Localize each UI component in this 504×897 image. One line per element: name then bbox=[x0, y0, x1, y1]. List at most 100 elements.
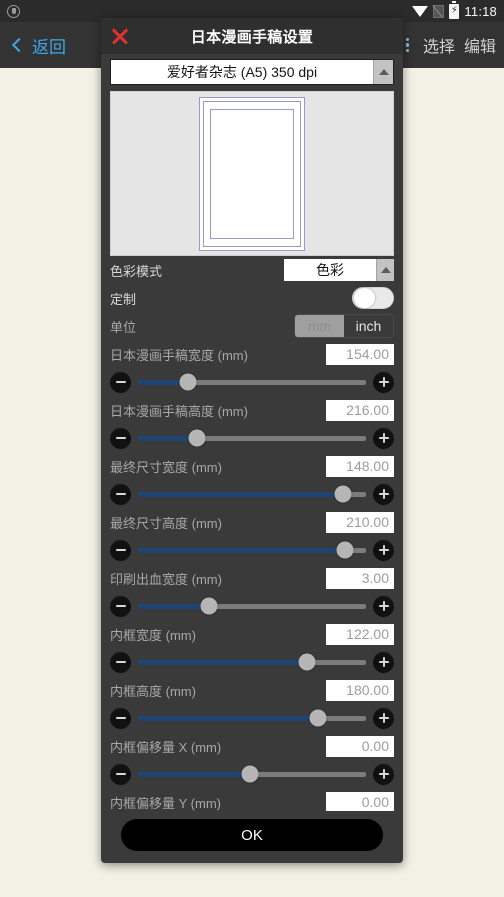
minus-icon[interactable] bbox=[110, 371, 131, 393]
plus-icon[interactable] bbox=[373, 651, 394, 673]
slider-label-row: 内框偏移量 Y (mm) 0.00 bbox=[110, 788, 394, 811]
slider-track[interactable] bbox=[138, 429, 366, 447]
custom-label: 定制 bbox=[110, 291, 137, 307]
slider-control-row bbox=[110, 536, 394, 564]
signal-off-icon bbox=[433, 4, 445, 18]
dialog-header: 日本漫画手稿设置 bbox=[101, 18, 403, 54]
slider-label-row: 印刷出血宽度 (mm) 3.00 bbox=[110, 564, 394, 592]
slider-label: 最终尺寸高度 (mm) bbox=[110, 515, 222, 531]
color-mode-dropdown[interactable]: 色彩 bbox=[284, 259, 394, 281]
slider-track[interactable] bbox=[138, 541, 366, 559]
slider-group: 内框高度 (mm) 180.00 bbox=[110, 676, 394, 732]
slider-thumb[interactable] bbox=[179, 373, 197, 391]
status-bar-left bbox=[7, 4, 412, 18]
wifi-icon bbox=[412, 5, 429, 17]
minus-icon[interactable] bbox=[110, 539, 131, 561]
slider-track[interactable] bbox=[138, 765, 366, 783]
slider-label: 内框偏移量 Y (mm) bbox=[110, 795, 221, 811]
slider-thumb[interactable] bbox=[336, 541, 354, 559]
ok-button[interactable]: OK bbox=[121, 819, 383, 851]
edit-button[interactable]: 编辑 bbox=[464, 33, 496, 57]
preview-bleed-frame bbox=[199, 96, 305, 251]
slider-control-row bbox=[110, 648, 394, 676]
close-icon[interactable] bbox=[109, 25, 131, 47]
dialog-body: 爱好者杂志 (A5) 350 dpi 色彩模式 色彩 定制 单位 mm inch… bbox=[101, 54, 403, 811]
app-bar-actions: 选择 编辑 bbox=[401, 33, 496, 57]
slider-group: 内框偏移量 Y (mm) 0.00 bbox=[110, 788, 394, 811]
slider-value-field[interactable]: 0.00 bbox=[326, 735, 394, 757]
slider-value-field[interactable]: 0.00 bbox=[326, 791, 394, 811]
minus-icon[interactable] bbox=[110, 595, 131, 617]
slider-track[interactable] bbox=[138, 597, 366, 615]
dialog-footer: OK bbox=[101, 811, 403, 863]
back-button[interactable]: 返回 bbox=[8, 33, 66, 58]
slider-label: 最终尺寸宽度 (mm) bbox=[110, 459, 222, 475]
app-screen: ⚡ 11:18 返回 我的画库 (0) 选择 编辑 没有艺术作品。 日本漫画手稿… bbox=[0, 0, 504, 897]
dialog-title: 日本漫画手稿设置 bbox=[190, 28, 314, 46]
slider-label-row: 日本漫画手稿高度 (mm) 216.00 bbox=[110, 396, 394, 424]
slider-group: 内框偏移量 X (mm) 0.00 bbox=[110, 732, 394, 788]
color-mode-row: 色彩模式 色彩 bbox=[110, 256, 394, 284]
unit-row: 单位 mm inch bbox=[110, 312, 394, 340]
slider-label: 内框偏移量 X (mm) bbox=[110, 739, 222, 755]
manga-draft-settings-dialog: 日本漫画手稿设置 爱好者杂志 (A5) 350 dpi 色彩模式 色彩 定制 单… bbox=[101, 18, 403, 863]
slider-label: 内框宽度 (mm) bbox=[110, 627, 196, 643]
plus-icon[interactable] bbox=[373, 595, 394, 617]
unit-option-inch[interactable]: inch bbox=[344, 315, 393, 337]
slider-label-row: 内框宽度 (mm) 122.00 bbox=[110, 620, 394, 648]
slider-control-row bbox=[110, 704, 394, 732]
slider-value-field[interactable]: 180.00 bbox=[326, 679, 394, 701]
plus-icon[interactable] bbox=[373, 483, 394, 505]
slider-thumb[interactable] bbox=[298, 653, 316, 671]
unit-option-mm[interactable]: mm bbox=[295, 315, 344, 337]
page-preview bbox=[110, 91, 394, 256]
slider-control-row bbox=[110, 760, 394, 788]
preset-dropdown[interactable]: 爱好者杂志 (A5) 350 dpi bbox=[110, 59, 394, 85]
slider-thumb[interactable] bbox=[334, 485, 352, 503]
plus-icon[interactable] bbox=[373, 371, 394, 393]
slider-value-field[interactable]: 154.00 bbox=[326, 343, 394, 365]
slider-label: 日本漫画手稿宽度 (mm) bbox=[110, 347, 248, 363]
slider-track[interactable] bbox=[138, 709, 366, 727]
slider-label: 印刷出血宽度 (mm) bbox=[110, 571, 222, 587]
slider-label-row: 日本漫画手稿宽度 (mm) 154.00 bbox=[110, 340, 394, 368]
slider-thumb[interactable] bbox=[188, 429, 206, 447]
slider-label-row: 最终尺寸高度 (mm) 210.00 bbox=[110, 508, 394, 536]
slider-list: 日本漫画手稿宽度 (mm) 154.00 日本漫画手稿高度 (mm) 216.00 最终… bbox=[110, 340, 394, 811]
battery-bolt-glyph: ⚡ bbox=[450, 5, 458, 16]
slider-value-field[interactable]: 3.00 bbox=[326, 567, 394, 589]
plus-icon[interactable] bbox=[373, 539, 394, 561]
status-bar-right: ⚡ 11:18 bbox=[412, 1, 497, 19]
minus-icon[interactable] bbox=[110, 651, 131, 673]
slider-track[interactable] bbox=[138, 653, 366, 671]
preview-inner-frame bbox=[210, 108, 294, 239]
slider-thumb[interactable] bbox=[241, 765, 259, 783]
slider-group: 印刷出血宽度 (mm) 3.00 bbox=[110, 564, 394, 620]
slider-track[interactable] bbox=[138, 485, 366, 503]
custom-toggle[interactable] bbox=[352, 287, 394, 309]
slider-value-field[interactable]: 148.00 bbox=[326, 455, 394, 477]
slider-value-field[interactable]: 216.00 bbox=[326, 399, 394, 421]
slider-label-row: 内框偏移量 X (mm) 0.00 bbox=[110, 732, 394, 760]
plus-icon[interactable] bbox=[373, 707, 394, 729]
unit-segmented-control[interactable]: mm inch bbox=[294, 314, 394, 338]
plus-icon[interactable] bbox=[373, 427, 394, 449]
select-button[interactable]: 选择 bbox=[423, 33, 455, 57]
battery-charging-icon: ⚡ bbox=[449, 1, 460, 19]
slider-group: 日本漫画手稿宽度 (mm) 154.00 bbox=[110, 340, 394, 396]
slider-track[interactable] bbox=[138, 373, 366, 391]
back-button-label: 返回 bbox=[32, 37, 66, 57]
minus-icon[interactable] bbox=[110, 483, 131, 505]
minus-icon[interactable] bbox=[110, 763, 131, 785]
preview-trim-frame bbox=[203, 100, 301, 247]
slider-value-field[interactable]: 210.00 bbox=[326, 511, 394, 533]
plus-icon[interactable] bbox=[373, 763, 394, 785]
minus-icon[interactable] bbox=[110, 707, 131, 729]
chevron-left-icon bbox=[11, 37, 27, 53]
slider-control-row bbox=[110, 480, 394, 508]
slider-thumb[interactable] bbox=[200, 597, 218, 615]
minus-icon[interactable] bbox=[110, 427, 131, 449]
slider-value-field[interactable]: 122.00 bbox=[326, 623, 394, 645]
unit-label: 单位 bbox=[110, 319, 137, 335]
slider-thumb[interactable] bbox=[309, 709, 327, 727]
